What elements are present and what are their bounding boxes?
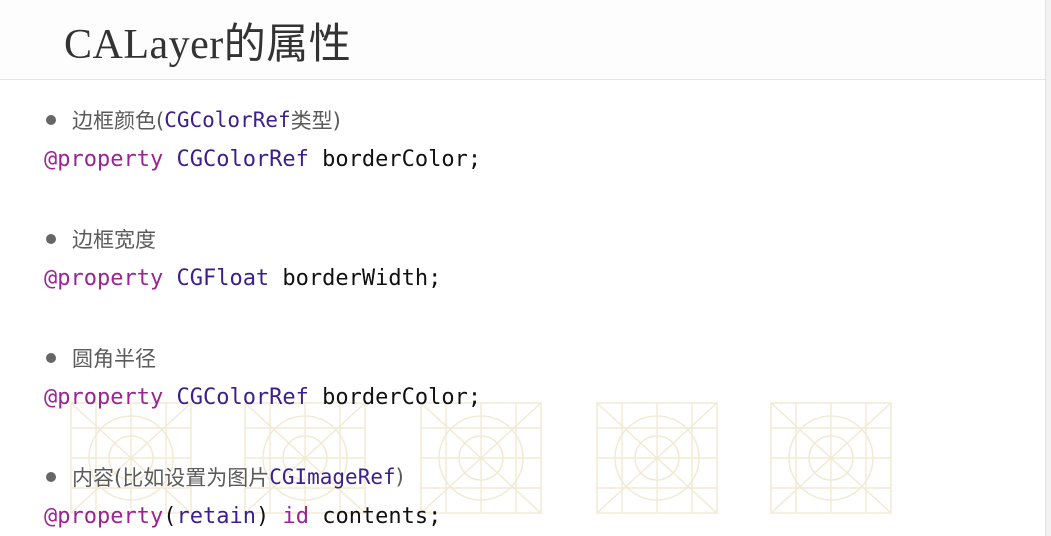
code-line: @property CGColorRef borderColor; — [44, 383, 481, 413]
bullet-icon — [46, 472, 56, 482]
list-item: 边框颜色( CGColorRef 类型) @property CGColorRe… — [44, 105, 481, 175]
bullet-text: 圆角半径 — [72, 347, 156, 371]
bullet-line: 边框宽度 — [44, 224, 441, 254]
code-paren-close: ) — [255, 504, 270, 529]
code-rest: contents; — [308, 504, 442, 529]
bullet-icon — [46, 115, 56, 125]
list-item: 内容(比如设置为图片 CGImageRef ) @property(retain… — [44, 462, 441, 532]
list-item: 边框宽度 @property CGFloat borderWidth; — [44, 224, 441, 294]
code-rest: borderColor; — [308, 385, 482, 410]
code-attribute: retain — [176, 504, 256, 529]
scrollbar-track[interactable] — [1045, 0, 1051, 536]
bullet-code: CGImageRef — [269, 465, 396, 489]
bullet-icon — [46, 353, 56, 363]
bullet-text: 边框宽度 — [72, 228, 156, 252]
grid-watermark-icon — [770, 402, 892, 514]
bullet-icon — [46, 234, 56, 244]
page-title: CALayer的属性 — [64, 22, 352, 68]
code-type: id — [269, 504, 309, 529]
bullet-suffix: ) — [395, 465, 404, 489]
code-keyword: @property — [44, 385, 164, 410]
code-rest: borderColor; — [308, 147, 482, 172]
list-item: 圆角半径 @property CGColorRef borderColor; — [44, 343, 481, 413]
title-bar: CALayer的属性 — [0, 0, 1046, 80]
bullet-text: 内容(比如设置为图片 — [72, 466, 270, 490]
code-type: CGFloat — [163, 266, 270, 291]
grid-watermark-icon — [596, 402, 718, 514]
code-keyword: @property — [44, 147, 164, 172]
code-keyword: @property — [44, 504, 164, 529]
bullet-line: 内容(比如设置为图片 CGImageRef ) — [44, 462, 441, 492]
code-line: @property(retain) id contents; — [44, 502, 441, 532]
bullet-line: 圆角半径 — [44, 343, 481, 373]
bullet-code: CGColorRef — [164, 108, 291, 132]
code-paren-open: ( — [163, 504, 177, 529]
code-line: @property CGFloat borderWidth; — [44, 264, 441, 294]
code-keyword: @property — [44, 266, 164, 291]
code-type: CGColorRef — [163, 147, 309, 172]
bullet-line: 边框颜色( CGColorRef 类型) — [44, 105, 481, 135]
bullet-suffix: 类型) — [290, 109, 341, 133]
code-rest: borderWidth; — [269, 266, 442, 291]
code-type: CGColorRef — [163, 385, 309, 410]
code-line: @property CGColorRef borderColor; — [44, 145, 481, 175]
slide: CALayer的属性 边框颜色( CGColorRef 类型) @propert… — [0, 0, 1051, 536]
bullet-text: 边框颜色( — [72, 109, 165, 133]
